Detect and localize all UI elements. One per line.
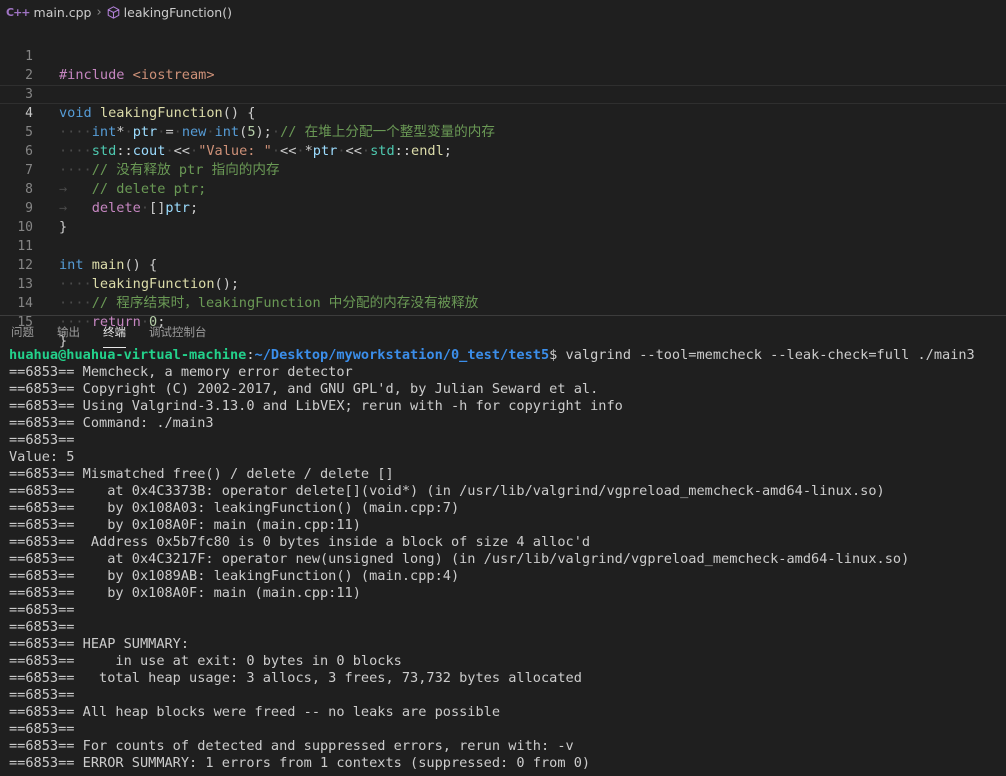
code-editor[interactable]: 1 #include <iostream> 2 3 void leakingFu… <box>0 28 1006 349</box>
panel-tab-bar: 问题 输出 终端 调试控制台 <box>0 316 1006 348</box>
terminal-line: ==6853== total heap usage: 3 allocs, 3 f… <box>9 670 582 686</box>
terminal-line: ==6853== Copyright (C) 2002-2017, and GN… <box>9 381 599 397</box>
breadcrumb: C++ main.cpp › leakingFunction() <box>0 0 1006 24</box>
terminal-line: ==6853== All heap blocks were freed -- n… <box>9 704 501 720</box>
method-cube-icon <box>107 5 120 19</box>
terminal-line: ==6853== Memcheck, a memory error detect… <box>9 364 353 380</box>
prompt-user: huahua@huahua-virtual-machine <box>9 347 247 363</box>
terminal-line: ==6853== Command: ./main3 <box>9 415 214 431</box>
code-line[interactable]: 5 ····std::cout·<<·"Value: "·<<·*ptr·<<·… <box>0 104 1006 159</box>
code-line[interactable]: 6 ····// 没有释放 ptr 指向的内存 <box>0 123 1006 178</box>
code-line[interactable]: 13 ····// 程序结束时，leakingFunction 中分配的内存没有… <box>0 256 1006 311</box>
code-line[interactable]: 2 <box>0 47 1006 83</box>
terminal-line: ==6853== Address 0x5b7fc80 is 0 bytes in… <box>9 534 591 550</box>
terminal-line: ==6853== Using Valgrind-3.13.0 and LibVE… <box>9 398 623 414</box>
chevron-right-icon: › <box>96 4 102 20</box>
code-line[interactable]: 15 } <box>0 294 1006 349</box>
cpp-file-icon: C++ <box>6 5 30 19</box>
tab-terminal[interactable]: 终端 <box>103 316 126 348</box>
terminal-line: Value: 5 <box>9 449 75 465</box>
terminal-line: ==6853== by 0x108A0F: main (main.cpp:11) <box>9 517 361 533</box>
breadcrumb-file[interactable]: main.cpp <box>34 5 92 20</box>
breadcrumb-symbol[interactable]: leakingFunction() <box>124 5 232 20</box>
code-line[interactable]: 11 int main() { <box>0 218 1006 273</box>
terminal-prompt-line: huahua@huahua-virtual-machine:~/Desktop/… <box>9 347 975 363</box>
tab-output[interactable]: 输出 <box>57 316 80 346</box>
tab-problems[interactable]: 问题 <box>11 316 34 346</box>
terminal-line: ==6853== by 0x108A03: leakingFunction() … <box>9 500 460 516</box>
terminal-line: ==6853== at 0x4C3373B: operator delete[]… <box>9 483 885 499</box>
terminal-line: ==6853== ERROR SUMMARY: 1 errors from 1 … <box>9 755 591 771</box>
code-line[interactable]: 10 <box>0 199 1006 235</box>
terminal-line: ==6853== <box>9 432 75 448</box>
terminal-line: ==6853== <box>9 602 75 618</box>
code-line-current[interactable]: 4 ····int*·ptr·=·new·int(5);·// 在堆上分配一个整… <box>0 85 1006 140</box>
tab-debug-console[interactable]: 调试控制台 <box>149 316 207 346</box>
terminal[interactable]: huahua@huahua-virtual-machine:~/Desktop/… <box>9 347 1006 772</box>
terminal-line: ==6853== in use at exit: 0 bytes in 0 bl… <box>9 653 402 669</box>
terminal-line: ==6853== <box>9 619 75 635</box>
terminal-line: ==6853== at 0x4C3217F: operator new(unsi… <box>9 551 910 567</box>
terminal-line: ==6853== HEAP SUMMARY: <box>9 636 190 652</box>
code-line[interactable]: 9 } <box>0 180 1006 235</box>
code-line[interactable]: 7 → // delete ptr; <box>0 142 1006 197</box>
prompt-path: ~/Desktop/myworkstation/0_test/test5 <box>254 347 550 363</box>
terminal-line: ==6853== by 0x108A0F: main (main.cpp:11) <box>9 585 361 601</box>
code-line[interactable]: 1 #include <iostream> <box>0 28 1006 83</box>
terminal-line: ==6853== For counts of detected and supp… <box>9 738 574 754</box>
code-line[interactable]: 14 ····return·0; <box>0 275 1006 330</box>
prompt-command: $ valgrind --tool=memcheck --leak-check=… <box>549 347 975 363</box>
code-line[interactable]: 8 → delete·[]ptr; <box>0 161 1006 216</box>
terminal-line: ==6853== by 0x1089AB: leakingFunction() … <box>9 568 460 584</box>
terminal-line: ==6853== Mismatched free() / delete / de… <box>9 466 394 482</box>
terminal-line: ==6853== <box>9 687 75 703</box>
code-line[interactable]: 12 ····leakingFunction(); <box>0 237 1006 292</box>
code-line[interactable]: 3 void leakingFunction() { <box>0 66 1006 121</box>
terminal-line: ==6853== <box>9 721 75 737</box>
